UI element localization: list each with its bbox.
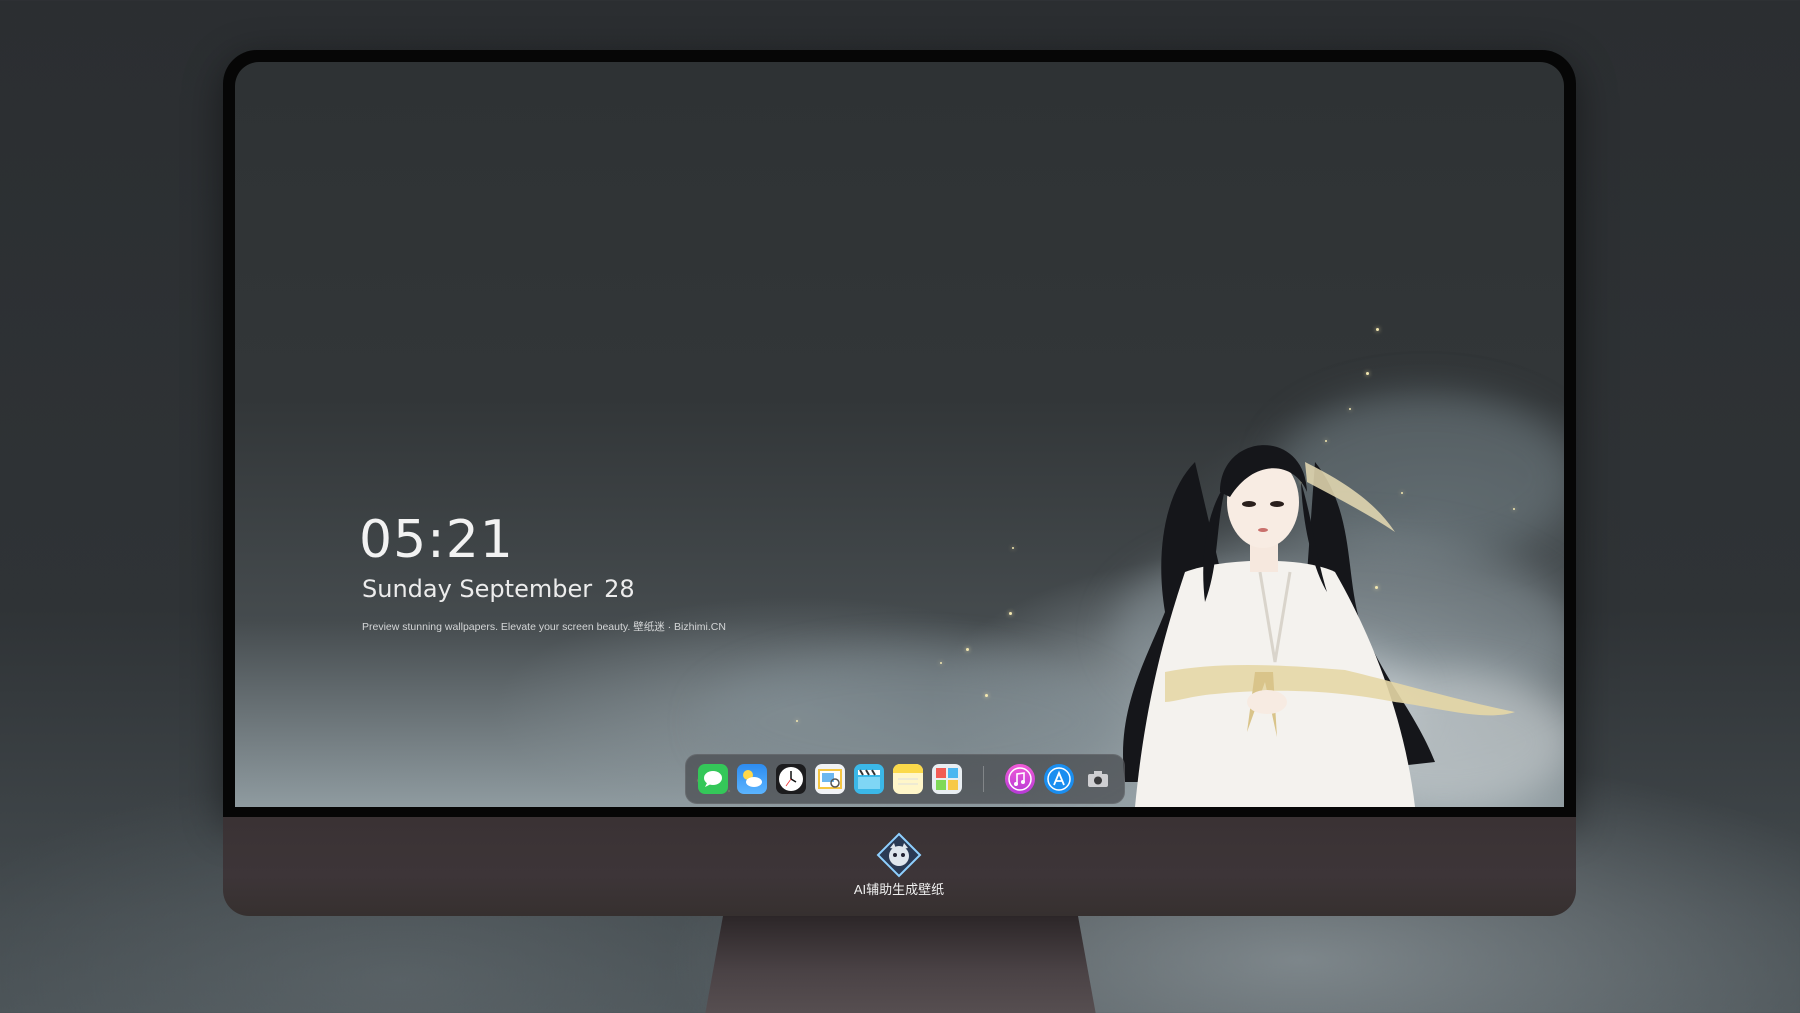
camera-icon[interactable] — [1083, 764, 1113, 794]
sparkle — [1366, 372, 1369, 375]
monitor-chin: AI辅助生成壁纸 — [223, 817, 1576, 916]
sparkle — [985, 694, 988, 697]
dock-separator — [983, 766, 984, 792]
lockscreen-day: 28 — [604, 575, 635, 603]
sparkle — [940, 662, 942, 664]
monitor-stand — [705, 916, 1096, 1013]
monitor-bezel: 05:21 Sunday September 28 Preview stunni… — [223, 50, 1576, 817]
preview-icon[interactable] — [815, 764, 845, 794]
desktop-screen[interactable]: 05:21 Sunday September 28 Preview stunni… — [235, 62, 1564, 807]
clips-icon[interactable] — [854, 764, 884, 794]
photo-booth-icon[interactable] — [932, 764, 962, 794]
lockscreen-weekday-month: Sunday September — [362, 575, 593, 603]
brand-text: AI辅助生成壁纸 — [853, 882, 945, 897]
sparkle — [796, 720, 798, 722]
sparkle — [1009, 612, 1012, 615]
notes-icon[interactable] — [893, 764, 923, 794]
sparkle — [1376, 328, 1379, 331]
monitor: 05:21 Sunday September 28 Preview stunni… — [223, 50, 1576, 1013]
wallpaper-figure-illustration — [1123, 445, 1515, 807]
lockscreen-clock: 05:21 — [359, 510, 514, 570]
lockscreen-date: Sunday September 28 — [362, 575, 635, 603]
sparkle — [1012, 547, 1014, 549]
weather-icon[interactable] — [737, 764, 767, 794]
app-store-icon[interactable] — [1044, 764, 1074, 794]
clock-icon[interactable] — [776, 764, 806, 794]
lockscreen-tagline: Preview stunning wallpapers. Elevate you… — [362, 621, 726, 633]
music-icon[interactable] — [1005, 764, 1035, 794]
messages-icon[interactable] — [698, 764, 728, 794]
sparkle — [966, 648, 969, 651]
brand-logo-icon — [876, 832, 922, 878]
dock — [685, 754, 1125, 804]
